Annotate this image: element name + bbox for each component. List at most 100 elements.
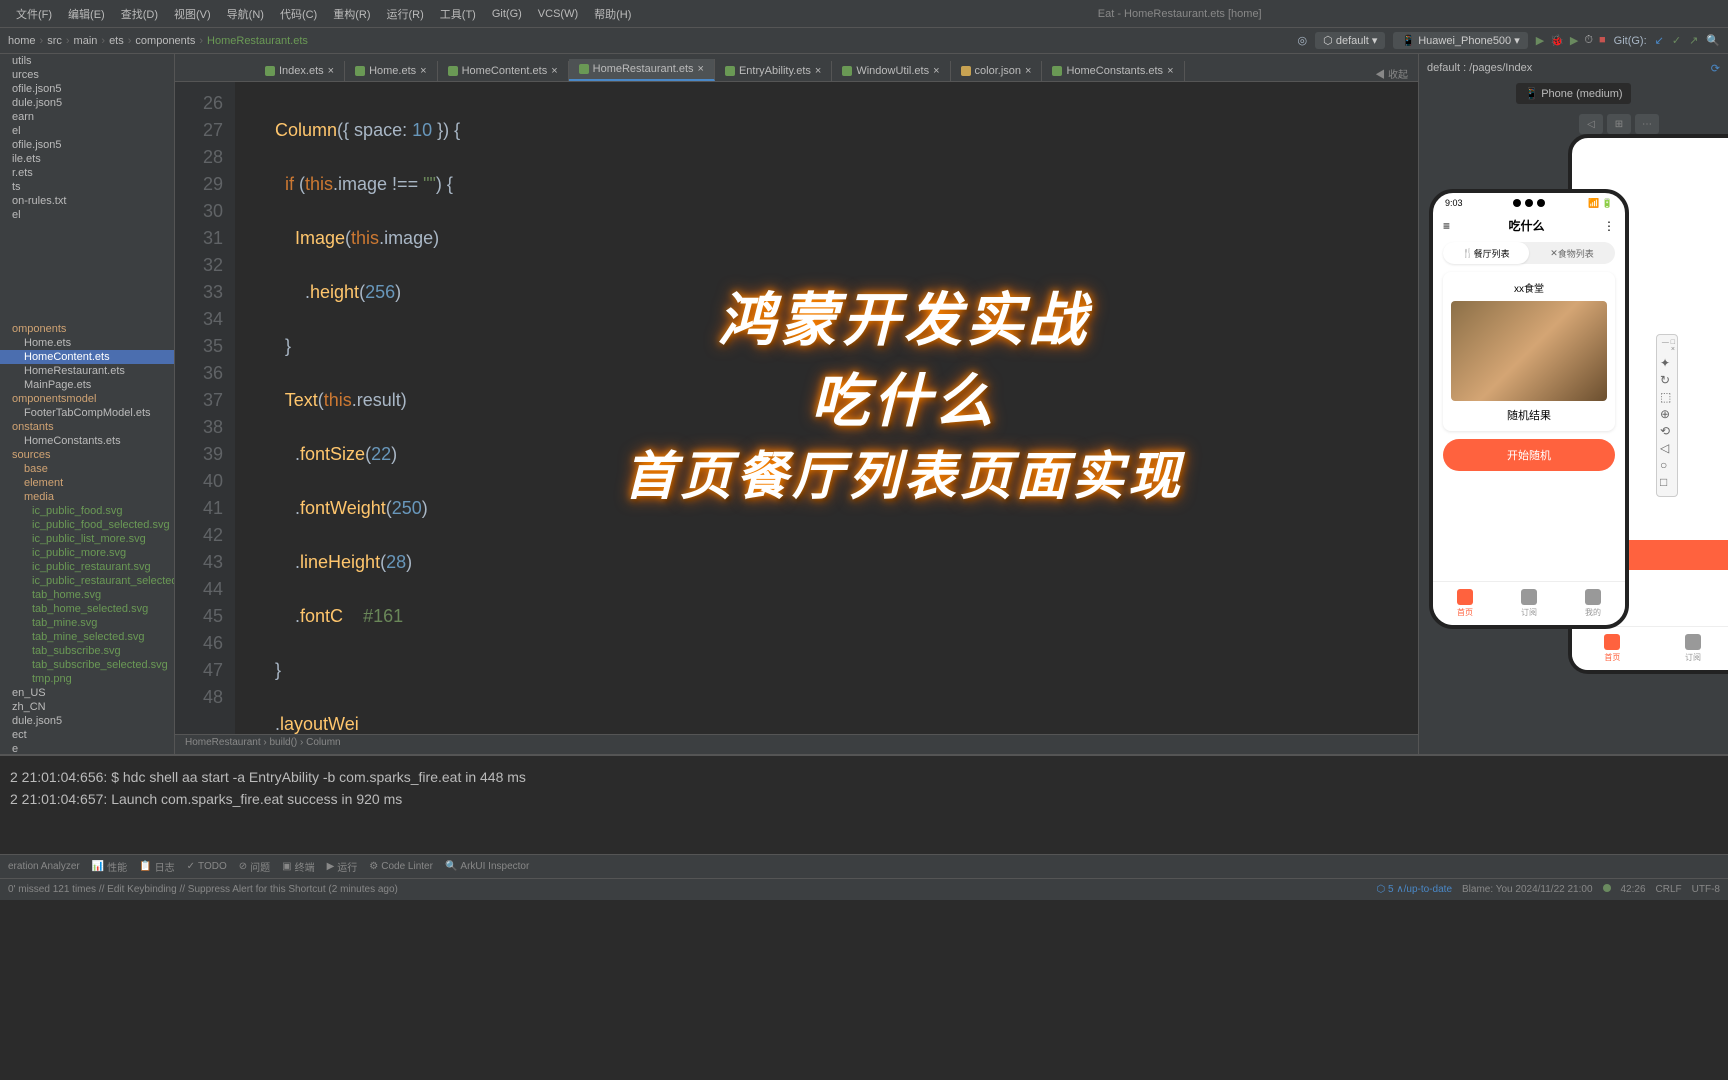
tree-folder-model[interactable]: omponentsmodel: [0, 392, 174, 406]
collapse-preview[interactable]: ◀ 收起: [1375, 66, 1418, 81]
menu-tools[interactable]: 工具(T): [432, 6, 484, 22]
git-update-icon[interactable]: ↙: [1655, 34, 1664, 47]
tree-file[interactable]: Home.ets: [0, 336, 174, 350]
preview-device-label[interactable]: 📱 Phone (medium): [1516, 83, 1630, 104]
tree-item[interactable]: on-rules.txt: [0, 194, 174, 208]
tree-img[interactable]: tab_mine.svg: [0, 616, 174, 630]
status-sync[interactable]: ⬡ 5 ∧/up-to-date: [1376, 884, 1452, 895]
menu-code[interactable]: 代码(C): [272, 6, 325, 22]
phone-tab-restaurant[interactable]: 🍴 餐厅列表: [1443, 242, 1529, 264]
tab-entryability[interactable]: EntryAbility.ets ×: [715, 61, 832, 81]
preview-refresh-icon[interactable]: ⟳: [1711, 62, 1720, 75]
phone-menu-icon[interactable]: ≡: [1443, 219, 1450, 233]
tree-item[interactable]: dule.json5: [0, 96, 174, 110]
search-icon[interactable]: 🔍: [1706, 34, 1720, 47]
tree-img[interactable]: ic_public_more.svg: [0, 546, 174, 560]
tool-rotate-icon[interactable]: ↻: [1660, 373, 1674, 387]
bottom-codelinter[interactable]: ⚙ Code Linter: [369, 861, 433, 872]
bc-ets[interactable]: ets: [109, 35, 124, 47]
preview-tree-icon[interactable]: ⊞: [1607, 114, 1631, 134]
bc-components[interactable]: components: [135, 35, 195, 47]
status-encoding[interactable]: UTF-8: [1692, 884, 1720, 895]
phone-start-button[interactable]: 开始随机: [1443, 439, 1615, 471]
bottom-todo[interactable]: ✓ TODO: [187, 861, 227, 872]
tool-home-icon[interactable]: ○: [1660, 458, 1674, 472]
menu-view[interactable]: 视图(V): [166, 6, 219, 22]
menu-edit[interactable]: 编辑(E): [60, 6, 113, 22]
status-lineending[interactable]: CRLF: [1656, 884, 1682, 895]
phone-nav-home[interactable]: 首页: [1433, 582, 1497, 625]
tree-img[interactable]: tab_mine_selected.svg: [0, 630, 174, 644]
tree-file[interactable]: FooterTabCompModel.ets: [0, 406, 174, 420]
tree-item[interactable]: earn: [0, 110, 174, 124]
menu-nav[interactable]: 导航(N): [219, 6, 272, 22]
tree-item[interactable]: ofile.json5: [0, 138, 174, 152]
bottom-terminal[interactable]: ▣ 终端: [282, 859, 314, 874]
tree-item[interactable]: el: [0, 124, 174, 138]
tree-item[interactable]: e: [0, 742, 174, 754]
tree-file-selected[interactable]: HomeContent.ets: [0, 350, 174, 364]
tree-img[interactable]: tab_subscribe.svg: [0, 644, 174, 658]
tree-folder[interactable]: base: [0, 462, 174, 476]
menu-run[interactable]: 运行(R): [379, 6, 432, 22]
tree-item[interactable]: r.ets: [0, 166, 174, 180]
phone-tab-food[interactable]: ✕ 食物列表: [1529, 242, 1615, 264]
preview-more-icon[interactable]: ⋯: [1635, 114, 1659, 134]
tool-pointer-icon[interactable]: ✦: [1660, 356, 1674, 370]
run-icon[interactable]: ▶: [1536, 34, 1544, 47]
tree-img[interactable]: ic_public_food.svg: [0, 504, 174, 518]
tree-folder-media[interactable]: media: [0, 490, 174, 504]
tool-zoom-icon[interactable]: ⊕: [1660, 407, 1674, 421]
phone-nav-mine[interactable]: 我的: [1561, 582, 1625, 625]
editor-breadcrumb[interactable]: HomeRestaurant › build() › Column: [175, 734, 1418, 754]
tree-folder[interactable]: element: [0, 476, 174, 490]
run-config-left[interactable]: ⬡ default ▾: [1315, 32, 1385, 49]
bc-main[interactable]: main: [74, 35, 98, 47]
coverage-icon[interactable]: ▶: [1570, 34, 1578, 47]
tree-img[interactable]: tab_home.svg: [0, 588, 174, 602]
menu-git[interactable]: Git(G): [484, 8, 530, 20]
target-icon[interactable]: ◎: [1298, 34, 1308, 47]
tree-item[interactable]: utils: [0, 54, 174, 68]
bottom-arkui[interactable]: 🔍 ArkUI Inspector: [445, 861, 529, 872]
tool-sound-icon[interactable]: ◁: [1660, 441, 1674, 455]
tree-item[interactable]: el: [0, 208, 174, 222]
preview-back-icon[interactable]: ◁: [1579, 114, 1603, 134]
phone-nav-subscribe[interactable]: 订阅: [1497, 582, 1561, 625]
tree-img[interactable]: ic_public_restaurant_selected.svg: [0, 574, 174, 588]
tree-item[interactable]: ts: [0, 180, 174, 194]
tree-folder-constants[interactable]: onstants: [0, 420, 174, 434]
tree-file[interactable]: MainPage.ets: [0, 378, 174, 392]
tab-windowutil[interactable]: WindowUtil.ets ×: [832, 61, 950, 81]
debug-icon[interactable]: 🐞: [1550, 34, 1564, 47]
git-commit-icon[interactable]: ✓: [1672, 34, 1681, 47]
tree-img[interactable]: tab_home_selected.svg: [0, 602, 174, 616]
tree-img[interactable]: tab_subscribe_selected.svg: [0, 658, 174, 672]
bottom-run[interactable]: ▶ 运行: [327, 859, 358, 874]
tab-index[interactable]: Index.ets ×: [255, 61, 345, 81]
menu-refactor[interactable]: 重构(R): [325, 6, 378, 22]
tool-crop-icon[interactable]: ⬚: [1660, 390, 1674, 404]
bc-home[interactable]: home: [8, 35, 36, 47]
stop-icon[interactable]: ■: [1599, 34, 1606, 47]
menu-file[interactable]: 文件(F): [8, 6, 60, 22]
tree-img[interactable]: ic_public_food_selected.svg: [0, 518, 174, 532]
status-position[interactable]: 42:26: [1621, 884, 1646, 895]
tool-recent-icon[interactable]: □: [1660, 475, 1674, 489]
tree-img[interactable]: tmp.png: [0, 672, 174, 686]
tree-item[interactable]: ofile.json5: [0, 82, 174, 96]
tab-home[interactable]: Home.ets ×: [345, 61, 438, 81]
menu-find[interactable]: 查找(D): [113, 6, 166, 22]
bc-file[interactable]: HomeRestaurant.ets: [207, 35, 308, 47]
tree-item[interactable]: ect: [0, 728, 174, 742]
bottom-analyzer[interactable]: eration Analyzer: [8, 861, 80, 872]
terminal[interactable]: 2 21:01:04:656: $ hdc shell aa start -a …: [0, 754, 1728, 854]
bc-src[interactable]: src: [47, 35, 62, 47]
tree-item[interactable]: urces: [0, 68, 174, 82]
tree-img[interactable]: ic_public_list_more.svg: [0, 532, 174, 546]
tree-folder-resources[interactable]: sources: [0, 448, 174, 462]
code-content[interactable]: Column({ space: 10 }) { if (this.image !…: [235, 82, 1418, 734]
tab-colorjson[interactable]: color.json ×: [951, 61, 1043, 81]
menu-vcs[interactable]: VCS(W): [530, 8, 586, 20]
tree-item[interactable]: dule.json5: [0, 714, 174, 728]
